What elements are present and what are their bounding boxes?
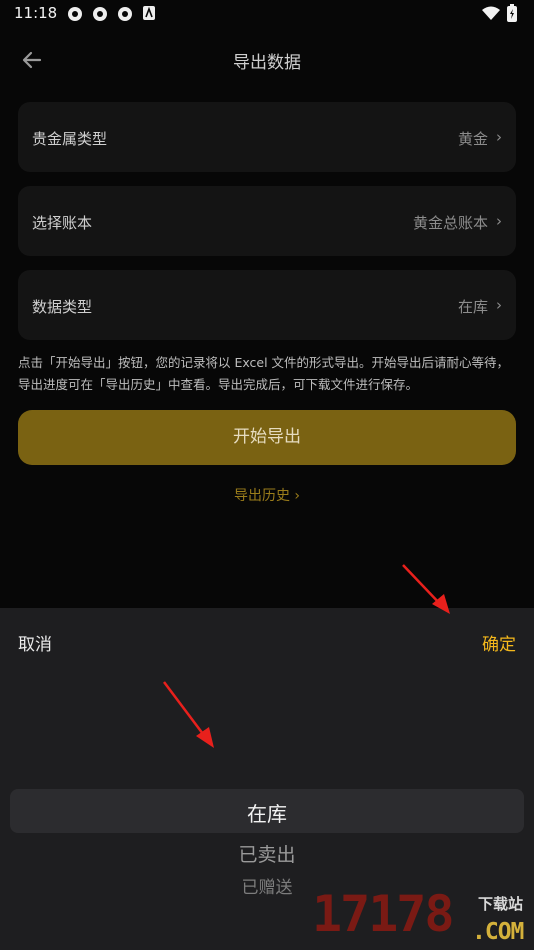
start-export-button[interactable]: 开始导出 — [18, 410, 516, 465]
ledger-value: 黄金总账本 — [412, 214, 488, 232]
data-type-row[interactable]: 数据类型 在库 › — [18, 270, 516, 340]
ledger-row[interactable]: 选择账本 黄金总账本 › — [18, 186, 516, 256]
metal-type-row[interactable]: 贵金属类型 黄金 › — [18, 102, 516, 172]
annotation-arrow-icon — [163, 681, 214, 748]
cancel-button[interactable]: 取消 — [18, 630, 52, 655]
metal-type-label: 贵金属类型 — [32, 130, 108, 148]
watermark-domain: .COM — [472, 919, 524, 945]
wifi-icon — [482, 6, 500, 20]
notification-icon — [93, 7, 107, 21]
battery-icon — [507, 4, 517, 22]
picker-option[interactable]: 已卖出 — [0, 840, 534, 867]
notification-icon — [118, 7, 132, 21]
app-notification-icon — [143, 6, 155, 20]
chevron-right-icon: › — [496, 128, 502, 146]
status-bar: 11:18 — [0, 0, 534, 28]
metal-type-value: 黄金 — [457, 130, 488, 148]
app-bar: 导出数据 — [0, 38, 534, 82]
watermark-number: 17178 — [312, 885, 455, 943]
ledger-label: 选择账本 — [32, 214, 93, 232]
export-history-link[interactable]: 导出历史 › — [0, 485, 534, 505]
chevron-right-icon: › — [496, 212, 502, 230]
confirm-button[interactable]: 确定 — [482, 630, 516, 655]
watermark-download: 下载站 — [478, 895, 524, 913]
chevron-right-icon: › — [496, 296, 502, 314]
watermark-logo: 17178 下载站 .COM — [310, 885, 534, 950]
picker-option[interactable]: 在库 — [0, 798, 534, 827]
page-title: 导出数据 — [233, 53, 301, 73]
data-type-value: 在库 — [457, 298, 488, 316]
export-note: 点击「开始导出」按钮，您的记录将以 Excel 文件的形式导出。开始导出后请耐心… — [18, 355, 510, 392]
status-time: 11:18 — [14, 4, 58, 22]
annotation-arrow-icon — [402, 564, 450, 614]
notification-icon — [68, 7, 82, 21]
data-type-label: 数据类型 — [32, 298, 93, 316]
